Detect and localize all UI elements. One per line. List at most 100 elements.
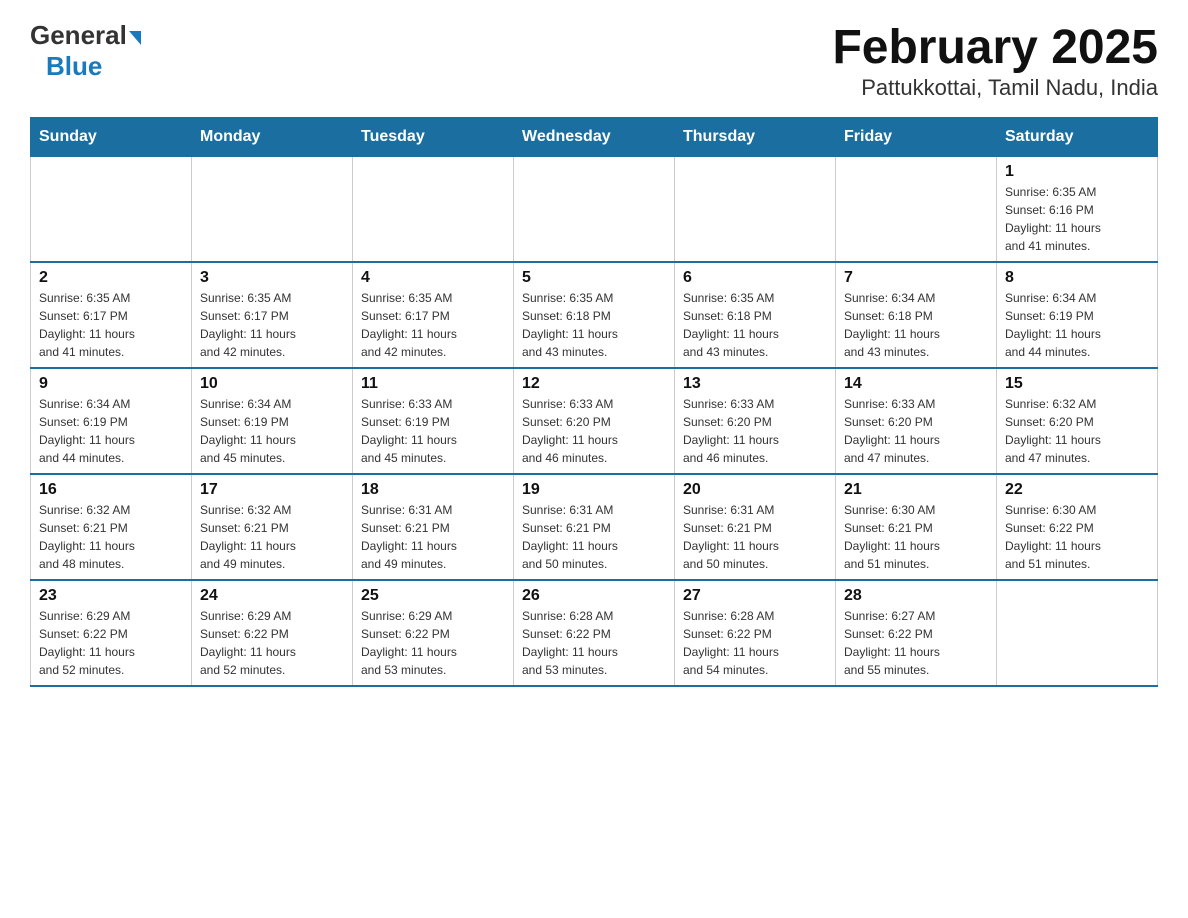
day-info: Sunrise: 6:35 AMSunset: 6:18 PMDaylight:… [683,289,827,361]
page-header: General Blue February 2025 Pattukkottai,… [30,20,1158,101]
calendar-cell: 7 Sunrise: 6:34 AMSunset: 6:18 PMDaylight… [836,262,997,368]
weekday-header-wednesday: Wednesday [514,118,675,157]
day-info: Sunrise: 6:29 AMSunset: 6:22 PMDaylight:… [361,607,505,679]
calendar-cell: 19 Sunrise: 6:31 AMSunset: 6:21 PMDayligh… [514,474,675,580]
day-info: Sunrise: 6:35 AMSunset: 6:17 PMDaylight:… [39,289,183,361]
day-number: 25 [361,587,505,605]
calendar-body: 1 Sunrise: 6:35 AMSunset: 6:16 PMDaylight… [31,157,1158,687]
calendar-cell: 5 Sunrise: 6:35 AMSunset: 6:18 PMDaylight… [514,262,675,368]
calendar-cell: 17 Sunrise: 6:32 AMSunset: 6:21 PMDayligh… [192,474,353,580]
calendar-cell: 14 Sunrise: 6:33 AMSunset: 6:20 PMDayligh… [836,368,997,474]
day-number: 16 [39,481,183,499]
day-number: 15 [1005,375,1149,393]
calendar-cell [31,157,192,263]
weekday-header-row: SundayMondayTuesdayWednesdayThursdayFrid… [31,118,1158,157]
calendar-cell: 1 Sunrise: 6:35 AMSunset: 6:16 PMDaylight… [997,157,1158,263]
calendar-week-row: 9 Sunrise: 6:34 AMSunset: 6:19 PMDaylight… [31,368,1158,474]
day-number: 17 [200,481,344,499]
calendar-cell: 6 Sunrise: 6:35 AMSunset: 6:18 PMDaylight… [675,262,836,368]
day-info: Sunrise: 6:31 AMSunset: 6:21 PMDaylight:… [361,501,505,573]
calendar-cell [836,157,997,263]
day-info: Sunrise: 6:34 AMSunset: 6:18 PMDaylight:… [844,289,988,361]
calendar-cell: 8 Sunrise: 6:34 AMSunset: 6:19 PMDaylight… [997,262,1158,368]
day-info: Sunrise: 6:35 AMSunset: 6:16 PMDaylight:… [1005,183,1149,255]
calendar-header: SundayMondayTuesdayWednesdayThursdayFrid… [31,118,1158,157]
day-number: 8 [1005,269,1149,287]
weekday-header-thursday: Thursday [675,118,836,157]
day-info: Sunrise: 6:34 AMSunset: 6:19 PMDaylight:… [39,395,183,467]
calendar-cell [997,580,1158,686]
day-number: 7 [844,269,988,287]
day-number: 28 [844,587,988,605]
day-number: 27 [683,587,827,605]
weekday-header-saturday: Saturday [997,118,1158,157]
calendar-week-row: 1 Sunrise: 6:35 AMSunset: 6:16 PMDaylight… [31,157,1158,263]
day-number: 12 [522,375,666,393]
day-info: Sunrise: 6:28 AMSunset: 6:22 PMDaylight:… [522,607,666,679]
day-number: 5 [522,269,666,287]
calendar-cell: 27 Sunrise: 6:28 AMSunset: 6:22 PMDayligh… [675,580,836,686]
day-number: 19 [522,481,666,499]
calendar-week-row: 16 Sunrise: 6:32 AMSunset: 6:21 PMDayligh… [31,474,1158,580]
day-info: Sunrise: 6:35 AMSunset: 6:17 PMDaylight:… [200,289,344,361]
day-number: 26 [522,587,666,605]
day-info: Sunrise: 6:28 AMSunset: 6:22 PMDaylight:… [683,607,827,679]
day-info: Sunrise: 6:35 AMSunset: 6:17 PMDaylight:… [361,289,505,361]
weekday-header-sunday: Sunday [31,118,192,157]
calendar-cell: 2 Sunrise: 6:35 AMSunset: 6:17 PMDaylight… [31,262,192,368]
calendar-cell [675,157,836,263]
day-info: Sunrise: 6:32 AMSunset: 6:20 PMDaylight:… [1005,395,1149,467]
calendar-cell: 23 Sunrise: 6:29 AMSunset: 6:22 PMDayligh… [31,580,192,686]
calendar-cell: 13 Sunrise: 6:33 AMSunset: 6:20 PMDayligh… [675,368,836,474]
day-info: Sunrise: 6:33 AMSunset: 6:20 PMDaylight:… [683,395,827,467]
day-number: 13 [683,375,827,393]
calendar-subtitle: Pattukkottai, Tamil Nadu, India [832,75,1158,101]
calendar-cell [353,157,514,263]
day-number: 14 [844,375,988,393]
day-number: 23 [39,587,183,605]
logo-blue: Blue [46,51,102,82]
day-number: 2 [39,269,183,287]
day-number: 20 [683,481,827,499]
logo: General Blue [30,20,141,82]
day-info: Sunrise: 6:33 AMSunset: 6:20 PMDaylight:… [844,395,988,467]
day-info: Sunrise: 6:32 AMSunset: 6:21 PMDaylight:… [39,501,183,573]
day-info: Sunrise: 6:33 AMSunset: 6:20 PMDaylight:… [522,395,666,467]
weekday-header-friday: Friday [836,118,997,157]
day-number: 6 [683,269,827,287]
day-info: Sunrise: 6:33 AMSunset: 6:19 PMDaylight:… [361,395,505,467]
calendar-cell: 24Sunrise: 6:29 AMSunset: 6:22 PMDayligh… [192,580,353,686]
calendar-cell: 4Sunrise: 6:35 AMSunset: 6:17 PMDaylight… [353,262,514,368]
day-info: Sunrise: 6:32 AMSunset: 6:21 PMDaylight:… [200,501,344,573]
calendar-cell: 28 Sunrise: 6:27 AMSunset: 6:22 PMDayligh… [836,580,997,686]
calendar-cell: 25 Sunrise: 6:29 AMSunset: 6:22 PMDayligh… [353,580,514,686]
calendar-cell: 20 Sunrise: 6:31 AMSunset: 6:21 PMDayligh… [675,474,836,580]
day-info: Sunrise: 6:34 AMSunset: 6:19 PMDaylight:… [1005,289,1149,361]
day-info: Sunrise: 6:29 AMSunset: 6:22 PMDaylight:… [39,607,183,679]
day-info: Sunrise: 6:35 AMSunset: 6:18 PMDaylight:… [522,289,666,361]
calendar-cell: 11Sunrise: 6:33 AMSunset: 6:19 PMDayligh… [353,368,514,474]
calendar-cell: 9 Sunrise: 6:34 AMSunset: 6:19 PMDaylight… [31,368,192,474]
day-info: Sunrise: 6:27 AMSunset: 6:22 PMDaylight:… [844,607,988,679]
weekday-header-tuesday: Tuesday [353,118,514,157]
calendar-cell: 26 Sunrise: 6:28 AMSunset: 6:22 PMDayligh… [514,580,675,686]
calendar-title: February 2025 [832,20,1158,75]
title-block: February 2025 Pattukkottai, Tamil Nadu, … [832,20,1158,101]
day-number: 9 [39,375,183,393]
calendar-cell: 16 Sunrise: 6:32 AMSunset: 6:21 PMDayligh… [31,474,192,580]
logo-arrow-icon [129,31,141,45]
day-number: 1 [1005,163,1149,181]
day-number: 3 [200,269,344,287]
day-number: 10 [200,375,344,393]
calendar-cell [514,157,675,263]
calendar-cell: 21Sunrise: 6:30 AMSunset: 6:21 PMDayligh… [836,474,997,580]
calendar-cell [192,157,353,263]
calendar-cell: 15 Sunrise: 6:32 AMSunset: 6:20 PMDayligh… [997,368,1158,474]
calendar-week-row: 23 Sunrise: 6:29 AMSunset: 6:22 PMDayligh… [31,580,1158,686]
calendar-cell: 10Sunrise: 6:34 AMSunset: 6:19 PMDayligh… [192,368,353,474]
day-info: Sunrise: 6:31 AMSunset: 6:21 PMDaylight:… [683,501,827,573]
calendar-cell: 12 Sunrise: 6:33 AMSunset: 6:20 PMDayligh… [514,368,675,474]
calendar-cell: 18Sunrise: 6:31 AMSunset: 6:21 PMDayligh… [353,474,514,580]
weekday-header-monday: Monday [192,118,353,157]
day-info: Sunrise: 6:31 AMSunset: 6:21 PMDaylight:… [522,501,666,573]
